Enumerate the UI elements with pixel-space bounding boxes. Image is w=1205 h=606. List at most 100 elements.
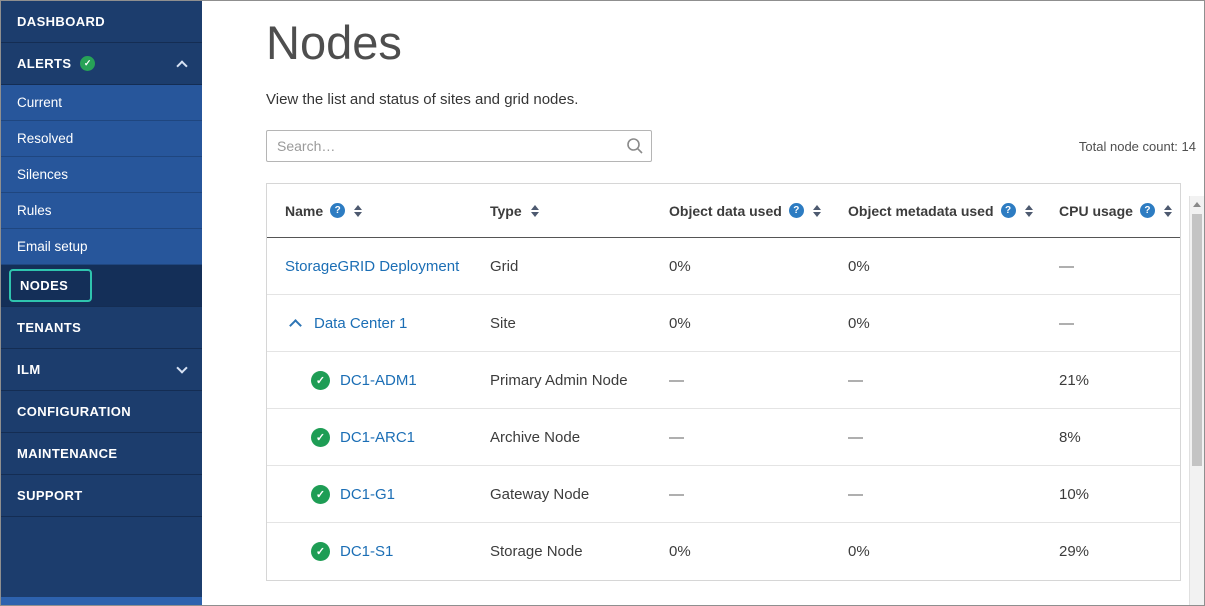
name-cell: Data Center 1 — [267, 315, 472, 332]
cpu-usage-cell: 10% — [1041, 486, 1180, 503]
sidebar-item-label: NODES — [20, 278, 68, 293]
type-cell: Archive Node — [472, 429, 651, 446]
object-data-used-cell: 0% — [651, 258, 830, 275]
sidebar-item-ilm[interactable]: ILM — [1, 349, 202, 391]
sidebar-item-dashboard[interactable]: DASHBOARD — [1, 1, 202, 43]
status-check-icon: ✓ — [311, 542, 330, 561]
column-header-name: Name ? — [267, 203, 472, 219]
sidebar-item-rules[interactable]: Rules — [1, 193, 202, 229]
toolbar: Total node count: 14 — [266, 130, 1204, 162]
node-link[interactable]: DC1-ADM1 — [340, 372, 417, 389]
sidebar-item-label: Rules — [17, 203, 52, 218]
type-cell: Grid — [472, 258, 651, 275]
search-icon[interactable] — [626, 137, 644, 155]
sidebar-item-support[interactable]: SUPPORT — [1, 475, 202, 517]
type-cell: Site — [472, 315, 651, 332]
collapse-chevron-icon[interactable] — [289, 319, 302, 332]
table-row: ✓ DC1-ADM1 Primary Admin Node — — 21% — [267, 352, 1180, 409]
chevron-up-icon — [176, 60, 187, 71]
sidebar-item-label: SUPPORT — [17, 488, 83, 503]
main-content: Nodes View the list and status of sites … — [202, 1, 1204, 605]
scroll-up-button[interactable] — [1190, 196, 1204, 212]
sidebar-item-label: ILM — [17, 362, 41, 377]
column-header-object-data-used: Object data used ? — [651, 203, 830, 219]
sort-control[interactable] — [1164, 205, 1172, 217]
sidebar-item-label: TENANTS — [17, 320, 81, 335]
sidebar-item-alerts[interactable]: ALERTS ✓ — [1, 43, 202, 85]
object-data-used-cell: 0% — [651, 543, 830, 560]
page-subtitle: View the list and status of sites and gr… — [266, 91, 1204, 108]
type-cell: Storage Node — [472, 543, 651, 560]
object-metadata-used-cell: 0% — [830, 543, 1041, 560]
sidebar-item-tenants[interactable]: TENANTS — [1, 307, 202, 349]
sidebar-item-silences[interactable]: Silences — [1, 157, 202, 193]
cpu-usage-cell: 8% — [1041, 429, 1180, 446]
table-row: ✓ DC1-ARC1 Archive Node — — 8% — [267, 409, 1180, 466]
column-label: Type — [490, 203, 522, 219]
node-link[interactable]: DC1-ARC1 — [340, 429, 415, 446]
help-icon[interactable]: ? — [1001, 203, 1016, 218]
sort-control[interactable] — [354, 205, 362, 217]
status-check-icon: ✓ — [311, 485, 330, 504]
name-cell: StorageGRID Deployment — [267, 258, 472, 275]
column-header-type: Type — [472, 203, 651, 219]
node-link[interactable]: Data Center 1 — [314, 315, 407, 332]
sidebar-item-configuration[interactable]: CONFIGURATION — [1, 391, 202, 433]
sidebar-bottom-strip — [1, 597, 202, 605]
sort-control[interactable] — [813, 205, 821, 217]
cpu-usage-cell: 21% — [1041, 372, 1180, 389]
column-label: CPU usage — [1059, 203, 1133, 219]
type-cell: Primary Admin Node — [472, 372, 651, 389]
alerts-check-icon: ✓ — [80, 56, 95, 71]
object-data-used-cell: — — [651, 486, 830, 503]
table-row: ✓ DC1-G1 Gateway Node — — 10% — [267, 466, 1180, 523]
object-data-used-cell: — — [651, 372, 830, 389]
status-check-icon: ✓ — [311, 371, 330, 390]
sidebar-item-label: MAINTENANCE — [17, 446, 117, 461]
table-row: Data Center 1 Site 0% 0% — — [267, 295, 1180, 352]
search-box — [266, 130, 652, 162]
object-metadata-used-cell: — — [830, 429, 1041, 446]
sidebar-item-label: CONFIGURATION — [17, 404, 131, 419]
cpu-usage-cell: 29% — [1041, 543, 1180, 560]
node-link[interactable]: StorageGRID Deployment — [285, 258, 459, 275]
node-link[interactable]: DC1-S1 — [340, 543, 393, 560]
type-cell: Gateway Node — [472, 486, 651, 503]
column-header-object-metadata-used: Object metadata used ? — [830, 203, 1041, 219]
help-icon[interactable]: ? — [1140, 203, 1155, 218]
sort-control[interactable] — [531, 205, 539, 217]
object-metadata-used-cell: 0% — [830, 315, 1041, 332]
column-label: Object metadata used — [848, 203, 994, 219]
sidebar-item-email-setup[interactable]: Email setup — [1, 229, 202, 265]
scrollbar-thumb[interactable] — [1192, 214, 1202, 466]
sidebar-item-label: Current — [17, 95, 62, 110]
sidebar-item-current[interactable]: Current — [1, 85, 202, 121]
search-input[interactable] — [266, 130, 652, 162]
vertical-scrollbar[interactable] — [1189, 196, 1204, 605]
sort-control[interactable] — [1025, 205, 1033, 217]
object-data-used-cell: 0% — [651, 315, 830, 332]
name-cell: ✓ DC1-ADM1 — [267, 371, 472, 390]
sidebar-item-resolved[interactable]: Resolved — [1, 121, 202, 157]
table-header-row: Name ? Type Object data used ? Object me… — [267, 184, 1180, 238]
help-icon[interactable]: ? — [789, 203, 804, 218]
object-data-used-cell: — — [651, 429, 830, 446]
sidebar-item-label: Silences — [17, 167, 68, 182]
chevron-down-icon — [176, 362, 187, 373]
name-cell: ✓ DC1-S1 — [267, 542, 472, 561]
sidebar: DASHBOARD ALERTS ✓ Current Resolved Sile… — [1, 1, 202, 605]
sidebar-item-maintenance[interactable]: MAINTENANCE — [1, 433, 202, 475]
sidebar-item-label: ALERTS — [17, 56, 71, 71]
column-header-cpu-usage: CPU usage ? — [1041, 203, 1180, 219]
object-metadata-used-cell: — — [830, 486, 1041, 503]
status-check-icon: ✓ — [311, 428, 330, 447]
sidebar-item-nodes[interactable]: NODES — [1, 265, 202, 307]
sidebar-item-label: Email setup — [17, 239, 88, 254]
sidebar-item-label: DASHBOARD — [17, 14, 105, 29]
help-icon[interactable]: ? — [330, 203, 345, 218]
object-metadata-used-cell: — — [830, 372, 1041, 389]
node-link[interactable]: DC1-G1 — [340, 486, 395, 503]
nodes-selected-outline: NODES — [9, 269, 92, 302]
app-window: DASHBOARD ALERTS ✓ Current Resolved Sile… — [0, 0, 1205, 606]
nodes-table: Name ? Type Object data used ? Object me… — [266, 183, 1181, 581]
